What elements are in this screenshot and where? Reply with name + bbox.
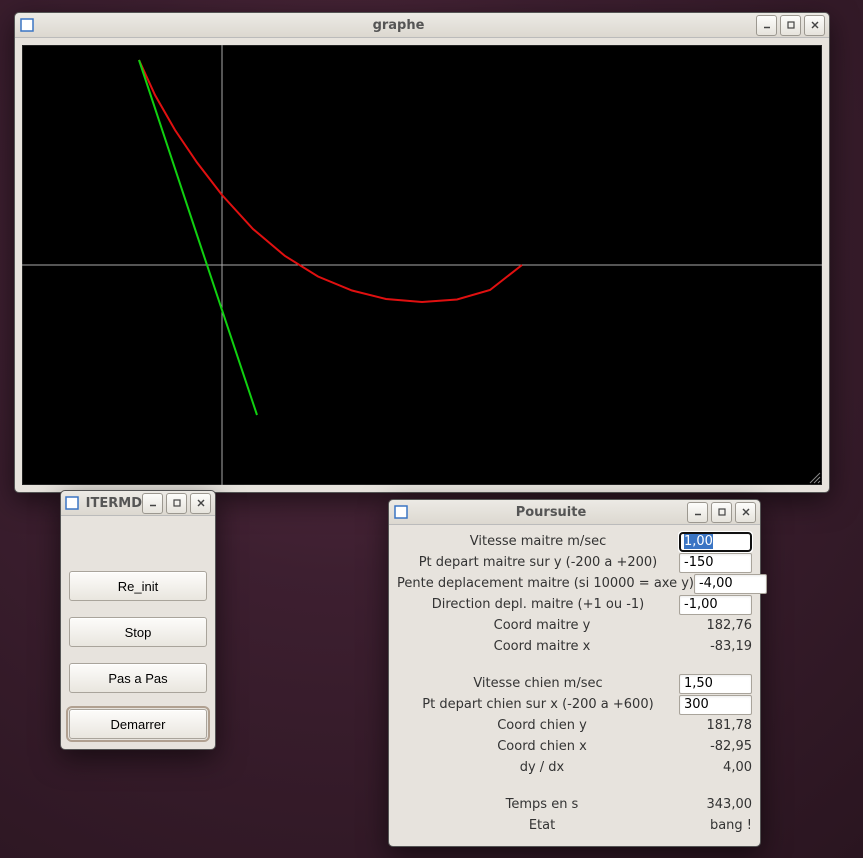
window-poursuite: Poursuite Vitesse maitre m/sec Pt depart… bbox=[388, 499, 761, 847]
close-button[interactable] bbox=[735, 502, 756, 523]
titlebar-graphe[interactable]: graphe bbox=[15, 13, 829, 38]
stop-button[interactable]: Stop bbox=[69, 617, 207, 647]
maximize-button[interactable] bbox=[166, 493, 187, 514]
close-button[interactable] bbox=[190, 493, 211, 514]
titlebar-poursuite[interactable]: Poursuite bbox=[389, 500, 760, 525]
app-icon bbox=[65, 495, 80, 511]
close-button[interactable] bbox=[804, 15, 825, 36]
window-itermd: ITERMD Re_init Stop Pas a Pas Demarrer bbox=[60, 490, 216, 750]
input-pt-depart-chien-x[interactable] bbox=[679, 695, 752, 715]
label-pt-depart-maitre-y: Pt depart maitre sur y (-200 a +200) bbox=[397, 555, 679, 570]
parameters-form: Vitesse maitre m/sec Pt depart maitre su… bbox=[389, 525, 760, 846]
label-temps: Temps en s bbox=[397, 797, 687, 812]
window-title: graphe bbox=[41, 18, 756, 33]
plot-canvas bbox=[22, 45, 822, 485]
value-coord-chien-y: 181,78 bbox=[687, 718, 752, 733]
label-etat: Etat bbox=[397, 818, 687, 833]
start-button[interactable]: Demarrer bbox=[69, 709, 207, 739]
maximize-button[interactable] bbox=[711, 502, 732, 523]
label-coord-chien-y: Coord chien y bbox=[397, 718, 687, 733]
minimize-button[interactable] bbox=[142, 493, 163, 514]
step-button[interactable]: Pas a Pas bbox=[69, 663, 207, 693]
master-line bbox=[139, 60, 257, 415]
input-vitesse-maitre[interactable] bbox=[679, 532, 752, 552]
input-direction-maitre[interactable] bbox=[679, 595, 752, 615]
pursuit-curve bbox=[139, 60, 522, 302]
label-coord-chien-x: Coord chien x bbox=[397, 739, 687, 754]
label-pt-depart-chien-x: Pt depart chien sur x (-200 a +600) bbox=[397, 697, 679, 712]
value-temps: 343,00 bbox=[687, 797, 752, 812]
value-coord-maitre-y: 182,76 bbox=[687, 618, 752, 633]
label-pente-maitre: Pente deplacement maitre (si 10000 = axe… bbox=[397, 576, 694, 591]
window-title: Poursuite bbox=[415, 505, 687, 520]
input-pente-maitre[interactable] bbox=[694, 574, 767, 594]
value-coord-chien-x: -82,95 bbox=[687, 739, 752, 754]
minimize-button[interactable] bbox=[756, 15, 777, 36]
titlebar-itermd[interactable]: ITERMD bbox=[61, 491, 215, 516]
window-graphe: graphe bbox=[14, 12, 830, 493]
label-vitesse-chien: Vitesse chien m/sec bbox=[397, 676, 679, 691]
input-pt-depart-maitre-y[interactable] bbox=[679, 553, 752, 573]
label-coord-maitre-x: Coord maitre x bbox=[397, 639, 687, 654]
control-buttons: Re_init Stop Pas a Pas Demarrer bbox=[61, 516, 215, 749]
label-direction-maitre: Direction depl. maitre (+1 ou -1) bbox=[397, 597, 679, 612]
value-dy-dx: 4,00 bbox=[687, 760, 752, 775]
minimize-button[interactable] bbox=[687, 502, 708, 523]
window-title: ITERMD bbox=[86, 496, 142, 511]
resize-grip-icon[interactable] bbox=[807, 470, 821, 484]
plot-svg bbox=[22, 45, 822, 485]
reinit-button[interactable]: Re_init bbox=[69, 571, 207, 601]
app-icon bbox=[393, 504, 409, 520]
maximize-button[interactable] bbox=[780, 15, 801, 36]
value-coord-maitre-x: -83,19 bbox=[687, 639, 752, 654]
label-coord-maitre-y: Coord maitre y bbox=[397, 618, 687, 633]
label-dy-dx: dy / dx bbox=[397, 760, 687, 775]
label-vitesse-maitre: Vitesse maitre m/sec bbox=[397, 534, 679, 549]
app-icon bbox=[19, 17, 35, 33]
input-vitesse-chien[interactable] bbox=[679, 674, 752, 694]
value-etat: bang ! bbox=[687, 818, 752, 833]
